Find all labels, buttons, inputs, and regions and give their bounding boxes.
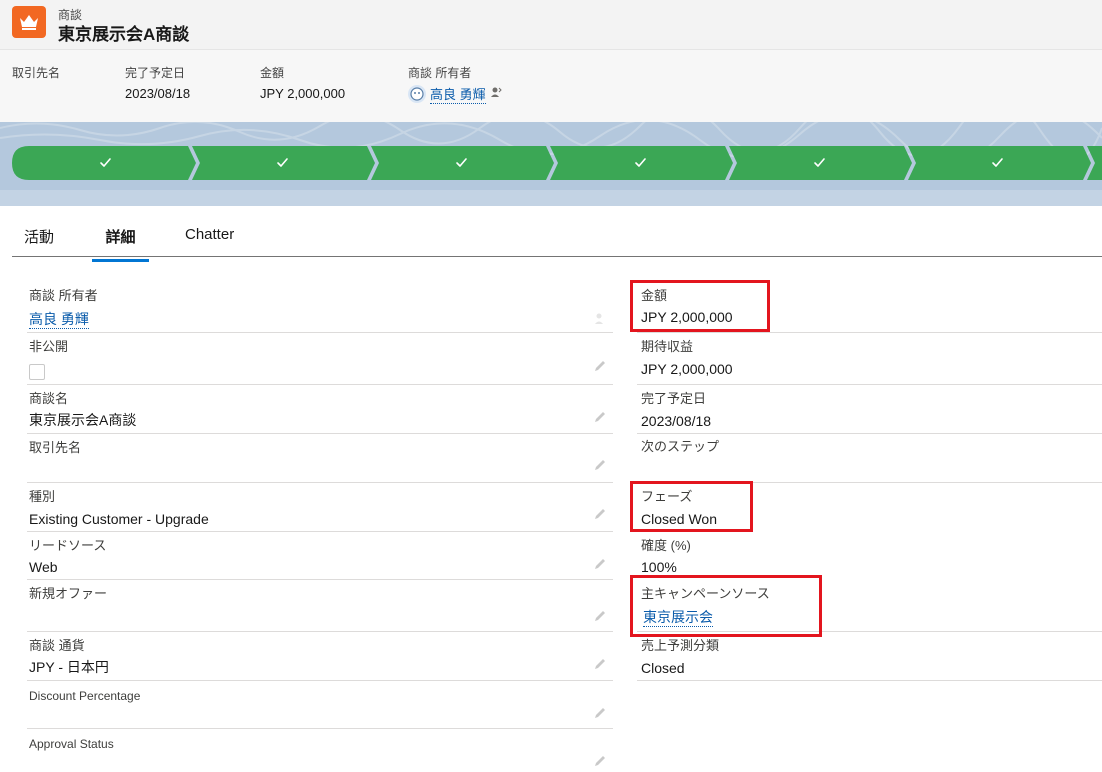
- edit-pencil-icon[interactable]: [593, 458, 607, 472]
- field-label: 取引先名: [29, 440, 82, 455]
- field-value: Web: [29, 559, 58, 575]
- field-account-name: 取引先名: [27, 434, 613, 483]
- tab-details[interactable]: 詳細: [92, 226, 149, 262]
- field-label: 非公開: [29, 339, 69, 354]
- avatar-icon: [408, 85, 426, 103]
- highlight-label: 金額: [260, 66, 285, 80]
- edit-pencil-icon[interactable]: [593, 557, 607, 571]
- highlights-panel: 取引先名 完了予定日 2023/08/18 金額 JPY 2,000,000 商…: [0, 50, 1102, 122]
- sales-path: [12, 146, 1102, 180]
- field-probability: 確度 (%) 100%: [637, 532, 1102, 580]
- highlight-value: 2023/08/18: [125, 86, 191, 101]
- field-opportunity-name: 商談名 東京展示会A商談: [27, 385, 613, 434]
- highlight-account-name: 取引先名: [12, 66, 60, 80]
- field-label: 新規オファー: [29, 586, 108, 601]
- field-label: 商談 所有者: [29, 288, 98, 303]
- edit-pencil-icon[interactable]: [593, 657, 607, 671]
- change-owner-icon[interactable]: [593, 311, 607, 325]
- field-label: 商談名: [29, 391, 69, 406]
- change-owner-icon[interactable]: [490, 85, 502, 103]
- field-label: Approval Status: [29, 737, 114, 751]
- field-close-date: 完了予定日 2023/08/18: [637, 385, 1102, 434]
- highlight-value: JPY 2,000,000: [260, 86, 346, 101]
- field-label: 確度 (%): [641, 538, 691, 553]
- record-title: 東京展示会A商談: [58, 25, 190, 44]
- edit-pencil-icon[interactable]: [593, 609, 607, 623]
- highlight-close-date: 完了予定日 2023/08/18: [125, 66, 190, 102]
- highlight-label: 完了予定日: [125, 66, 186, 80]
- path-stage-1[interactable]: [12, 146, 196, 180]
- field-owner: 商談 所有者 高良 勇輝: [27, 280, 613, 333]
- field-approval-status: Approval Status: [27, 729, 613, 772]
- edit-pencil-icon[interactable]: [593, 507, 607, 521]
- field-next-step: 次のステップ: [637, 434, 1102, 483]
- field-value: Existing Customer - Upgrade: [29, 511, 209, 527]
- highlight-amount: 金額 JPY 2,000,000: [260, 66, 345, 102]
- record-header: 商談 東京展示会A商談: [0, 0, 1102, 50]
- field-new-offer: 新規オファー: [27, 580, 613, 632]
- background-band-lower: [0, 190, 1102, 206]
- field-value: 100%: [641, 559, 677, 575]
- crown-icon: [12, 6, 46, 38]
- field-value: 東京展示会A商談: [29, 412, 137, 428]
- tab-bar: 活動 詳細 Chatter: [12, 212, 1102, 262]
- field-label: 次のステップ: [641, 439, 720, 454]
- field-label: 商談 通貨: [29, 638, 85, 653]
- field-label: 完了予定日: [641, 391, 707, 406]
- edit-pencil-icon[interactable]: [593, 410, 607, 424]
- field-label: 売上予測分類: [641, 638, 720, 653]
- edit-pencil-icon[interactable]: [593, 706, 607, 720]
- tab-activity[interactable]: 活動: [24, 226, 54, 259]
- field-lead-source: リードソース Web: [27, 532, 613, 580]
- field-forecast-category: 売上予測分類 Closed: [637, 632, 1102, 681]
- field-type: 種別 Existing Customer - Upgrade: [27, 483, 613, 532]
- highlight-owner: 商談 所有者 高良 勇輝: [408, 66, 502, 104]
- field-value: JPY - 日本円: [29, 659, 109, 675]
- owner-link[interactable]: 高良 勇輝: [430, 84, 486, 104]
- field-label: Discount Percentage: [29, 689, 141, 703]
- field-value: Closed: [641, 660, 685, 676]
- tab-chatter[interactable]: Chatter: [185, 226, 234, 255]
- field-label: 期待収益: [641, 339, 694, 354]
- field-label: 種別: [29, 489, 56, 504]
- highlight-box-campaign: [630, 575, 822, 637]
- edit-pencil-icon[interactable]: [593, 754, 607, 768]
- field-owner-link[interactable]: 高良 勇輝: [29, 310, 89, 329]
- field-currency: 商談 通貨 JPY - 日本円: [27, 632, 613, 681]
- highlight-box-stage: [630, 481, 753, 532]
- field-expected-revenue: 期待収益 JPY 2,000,000: [637, 333, 1102, 385]
- field-value: 2023/08/18: [641, 413, 712, 429]
- field-label: リードソース: [29, 538, 107, 553]
- highlight-label: 取引先名: [12, 66, 61, 80]
- private-checkbox[interactable]: [29, 364, 45, 380]
- field-value: JPY 2,000,000: [641, 361, 733, 377]
- field-private: 非公開: [27, 333, 613, 385]
- edit-pencil-icon[interactable]: [593, 359, 607, 373]
- highlight-label: 商談 所有者: [408, 66, 472, 80]
- highlight-box-amount: [630, 280, 770, 332]
- field-discount-percentage: Discount Percentage: [27, 681, 613, 729]
